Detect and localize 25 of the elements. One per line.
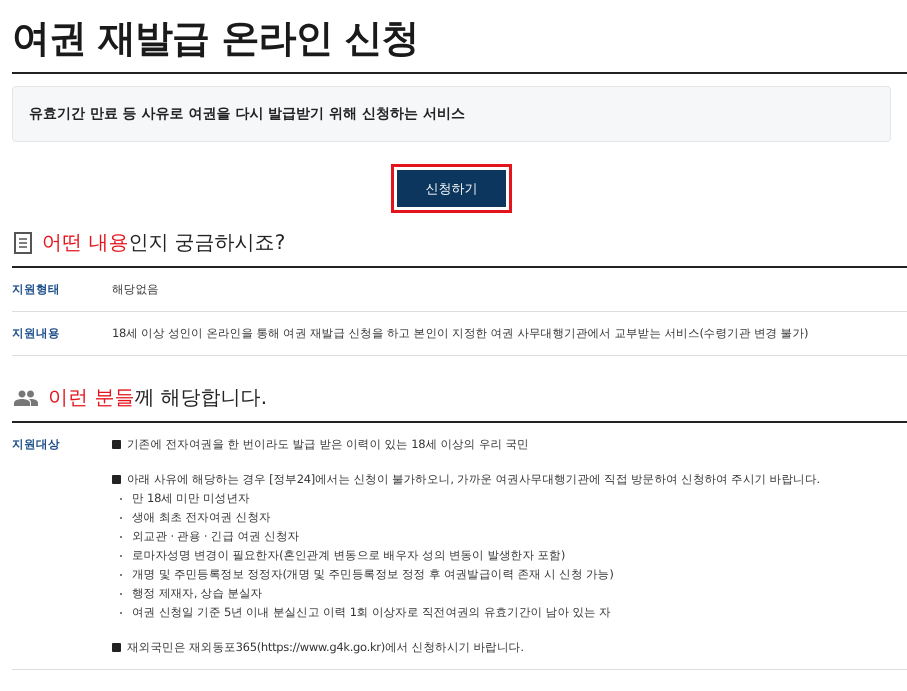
apply-button[interactable]: 신청하기 (397, 170, 506, 207)
square-bullet-icon (112, 643, 121, 652)
list-item-text: 만 18세 미만 미성년자 (132, 491, 250, 506)
section-heading: 어떤 내용인지 궁금하시죠? (42, 229, 286, 256)
row-text: 해당없음 (112, 282, 159, 297)
row-text: 아래 사유에 해당하는 경우 [정부24]에서는 신청이 불가하오니, 가까운 여권사무대행기관에 직접 방문하여 신청하여 주시기 바랍니다. (127, 472, 820, 487)
row-text: 18세 이상 성인이 온라인을 통해 여권 재발급 신청을 하고 본인이 지정한 여권 사무대행기관에서 교부받는 서비스(수령기관 변경 불가) (112, 326, 808, 341)
list-item-text: 개명 및 주민등록정보 정정자(개명 및 주민등록정보 정정 후 여권발급이력 존재 시 신청 가능) (132, 567, 614, 582)
list-item-text: 행정 제재자, 상습 분실자 (132, 586, 262, 601)
square-bullet-icon (112, 475, 121, 484)
list-item-text: 여권 신청일 기준 5년 이내 분실신고 이력 1회 이상자로 직전여권의 유효기간이 남아 있는 자 (132, 605, 611, 620)
row-label: 지원대상 (12, 437, 60, 451)
summary-text: 유효기간 만료 등 사유로 여권을 다시 발급받기 위해 신청하는 서비스 (12, 86, 891, 142)
document-icon (14, 232, 32, 254)
section-heading: 이런 분들께 해당합니다. (48, 384, 268, 411)
row-text: 재외국민은 재외동포365(https://www.g4k.go.kr)에서 신청하시기 바랍니다. (127, 640, 524, 655)
row-label: 지원형태 (12, 282, 60, 296)
square-bullet-icon (112, 440, 121, 449)
list-item-text: 생애 최초 전자여권 신청자 (132, 510, 271, 525)
page-title: 여권 재발급 온라인 신청 (12, 15, 420, 62)
row-label: 지원내용 (12, 326, 60, 340)
row-text: 기존에 전자여권을 한 번이라도 발급 받은 이력이 있는 18세 이상의 우리 국민 (127, 437, 529, 452)
people-icon (14, 390, 38, 406)
list-item-text: 로마자성명 변경이 필요한자(혼인관계 변동으로 배우자 성의 변동이 발생한자 포함) (132, 548, 566, 563)
list-item-text: 외교관 · 관용 · 긴급 여권 신청자 (132, 529, 300, 544)
